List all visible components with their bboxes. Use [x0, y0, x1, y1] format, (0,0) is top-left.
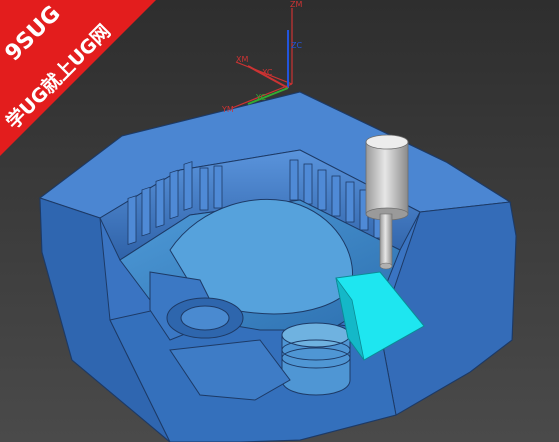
axis-label-yc: YC [255, 93, 266, 102]
axis-label-xm: XM [236, 55, 248, 64]
tool-tip [379, 262, 393, 270]
axis-label-zm: ZM [290, 0, 302, 9]
front-boss [281, 322, 351, 396]
tool-shank-top [365, 134, 409, 150]
tool-shank [365, 141, 409, 215]
graphics-viewport[interactable]: ZM XM YM ZC XC YC 9SUG 学UG就上UG网 [0, 0, 559, 442]
axis-label-ym: YM [221, 105, 234, 114]
tool-cutter [379, 213, 393, 267]
scene-canvas[interactable]: ZM XM YM ZC XC YC 9SUG 学UG就上UG网 [0, 0, 559, 442]
axis-label-xc: XC [262, 68, 273, 77]
axis-label-zc: ZC [291, 41, 302, 50]
